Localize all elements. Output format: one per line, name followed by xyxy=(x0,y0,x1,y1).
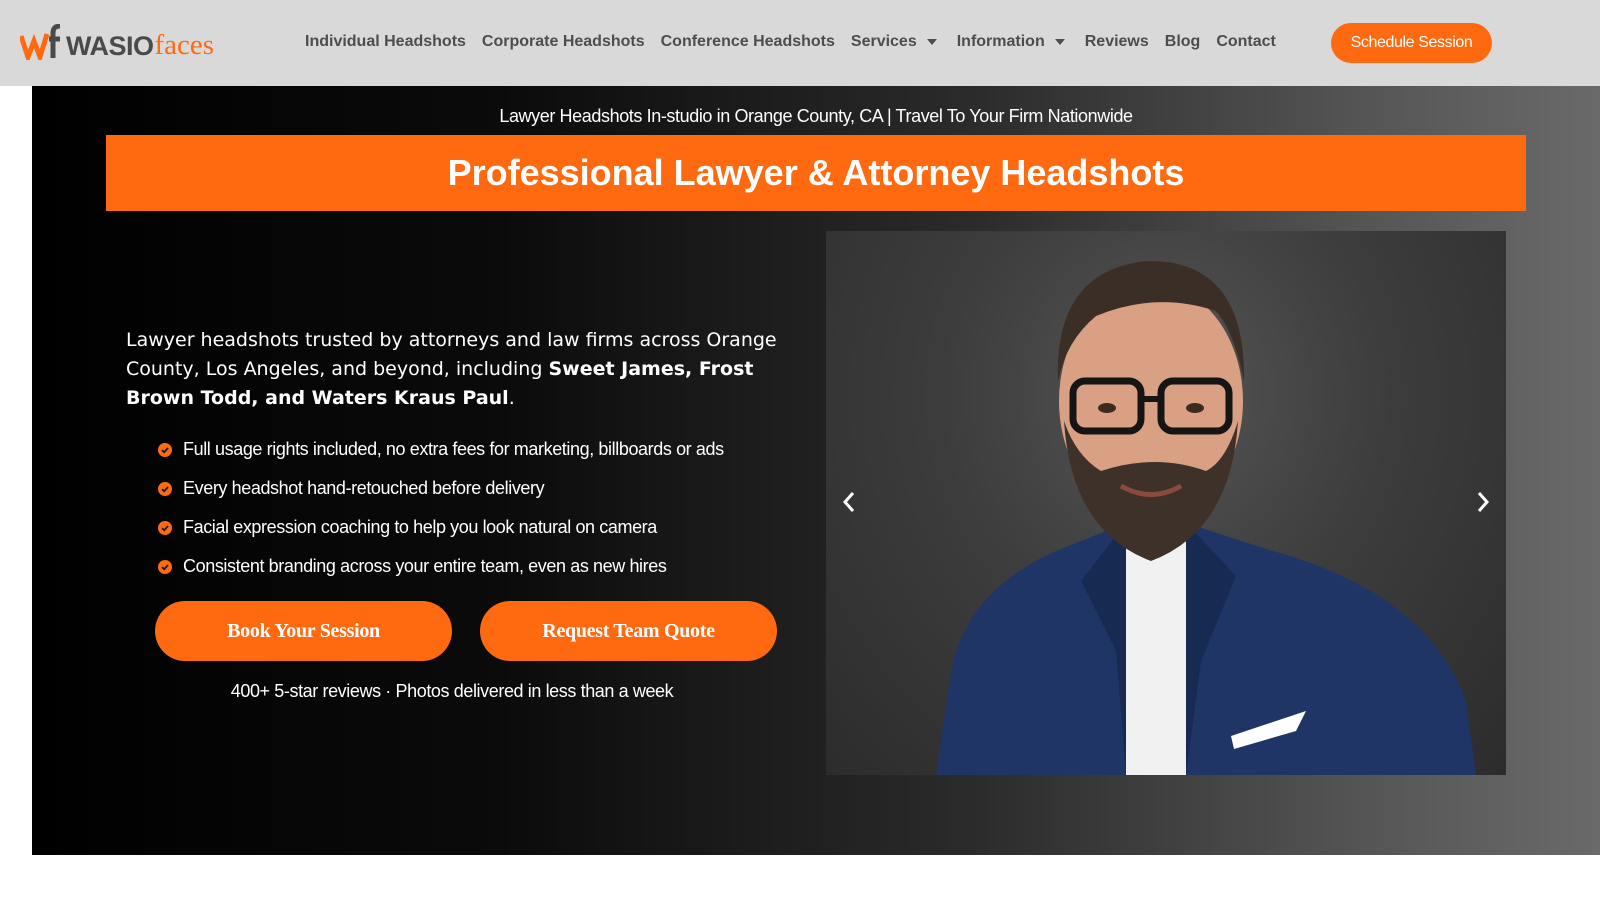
feature-item: Facial expression coaching to help you l… xyxy=(158,508,724,547)
slider-prev-button[interactable] xyxy=(834,487,864,517)
lawyer-headshot-photo xyxy=(936,260,1476,775)
nav-item-blog[interactable]: Blog xyxy=(1165,33,1201,51)
main-nav: Individual Headshots Corporate Headshots… xyxy=(305,0,1292,84)
feature-text: Full usage rights included, no extra fee… xyxy=(183,439,724,459)
wasio-faces-logo[interactable]: WASIO faces xyxy=(20,18,214,60)
nav-label: Blog xyxy=(1164,33,1201,50)
headshot-slider xyxy=(826,231,1506,775)
intro-end: . xyxy=(508,387,515,409)
nav-label: Individual Headshots xyxy=(305,33,466,50)
book-session-button[interactable]: Book Your Session xyxy=(155,601,452,661)
slider-next-button[interactable] xyxy=(1468,487,1498,517)
nav-item-individual-headshots[interactable]: Individual Headshots xyxy=(305,33,466,51)
feature-text: Consistent branding across your entire t… xyxy=(183,556,667,576)
caret-down-icon xyxy=(926,39,937,45)
nav-item-contact[interactable]: Contact xyxy=(1216,33,1276,51)
caret-down-icon xyxy=(1054,39,1065,45)
nav-item-corporate-headshots[interactable]: Corporate Headshots xyxy=(482,33,645,51)
feature-item: Every headshot hand-retouched before del… xyxy=(158,469,724,508)
chevron-right-icon xyxy=(1477,492,1490,512)
feature-item: Consistent branding across your entire t… xyxy=(158,547,724,586)
check-circle-icon xyxy=(158,481,172,496)
feature-text: Facial expression coaching to help you l… xyxy=(183,517,657,537)
feature-list: Full usage rights included, no extra fee… xyxy=(158,430,724,586)
check-circle-icon xyxy=(158,520,172,535)
feature-text: Every headshot hand-retouched before del… xyxy=(183,478,545,498)
nav-item-conference-headshots[interactable]: Conference Headshots xyxy=(661,33,835,51)
chevron-left-icon xyxy=(842,492,855,512)
hero-section: Lawyer Headshots In-studio in Orange Cou… xyxy=(32,86,1600,855)
check-circle-icon xyxy=(158,559,172,574)
page-title: Professional Lawyer & Attorney Headshots xyxy=(447,152,1185,193)
nav-item-reviews[interactable]: Reviews xyxy=(1085,33,1149,51)
site-header: WASIO faces Individual Headshots Corpora… xyxy=(0,0,1600,86)
nav-item-services[interactable]: Services xyxy=(851,33,941,51)
nav-label: Conference Headshots xyxy=(660,33,835,50)
social-proof-text: 400+ 5-star reviews · Photos delivered i… xyxy=(230,681,674,701)
nav-label: Contact xyxy=(1216,33,1276,50)
logo-word: WASIO xyxy=(66,31,154,61)
hero-subtitle: Lawyer Headshots In-studio in Orange Cou… xyxy=(499,106,1133,126)
hero-intro: Lawyer headshots trusted by attorneys an… xyxy=(126,326,826,413)
schedule-session-button[interactable]: Schedule Session xyxy=(1331,23,1492,63)
check-circle-icon xyxy=(158,442,172,457)
logo-suffix: faces xyxy=(154,29,215,61)
nav-label: Corporate Headshots xyxy=(481,33,645,50)
nav-item-information[interactable]: Information xyxy=(957,33,1069,51)
nav-label: Reviews xyxy=(1084,33,1149,50)
logo-mark-icon xyxy=(20,24,61,60)
request-team-quote-button[interactable]: Request Team Quote xyxy=(480,601,777,661)
hero-title-banner: Professional Lawyer & Attorney Headshots xyxy=(106,135,1526,211)
nav-label: Services xyxy=(850,33,917,50)
nav-label: Information xyxy=(956,33,1045,50)
feature-item: Full usage rights included, no extra fee… xyxy=(158,430,724,469)
